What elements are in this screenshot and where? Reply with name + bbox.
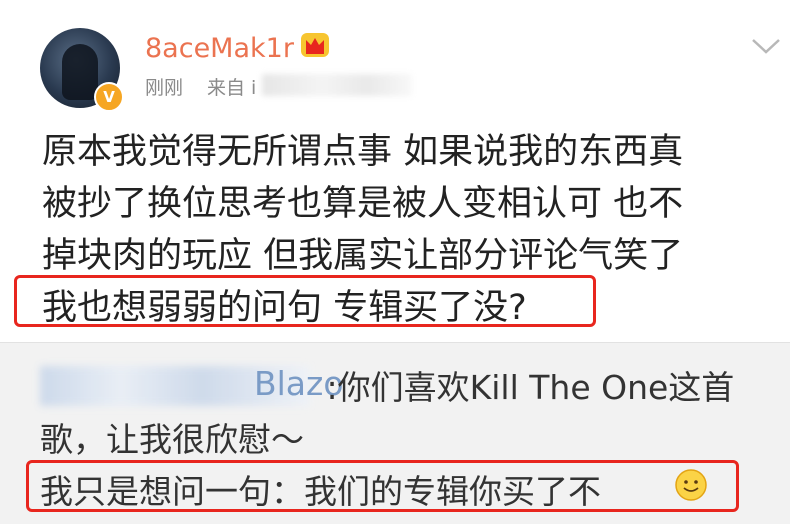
highlight-box — [26, 460, 739, 512]
post-line: 被抄了换位思考也算是被人变相认可 也不 — [42, 184, 684, 224]
repost-line: 歌，让我很欣慰～ — [40, 420, 304, 459]
divider — [0, 342, 790, 343]
verified-badge-icon: V — [94, 82, 124, 112]
post-line: 原本我觉得无所谓点事 如果说我的东西真 — [42, 132, 684, 172]
post-source: 来自 i — [207, 77, 257, 99]
repost-line: :你们喜欢Kill The One这首 — [316, 368, 735, 407]
post-time: 刚刚 — [145, 77, 184, 99]
smile-icon — [675, 469, 707, 501]
username[interactable]: 8aceMak1r — [145, 33, 294, 64]
avatar-figure — [62, 44, 98, 100]
source-blur — [262, 74, 412, 96]
crown-icon[interactable] — [300, 30, 330, 60]
chevron-down-icon[interactable] — [750, 36, 782, 56]
highlight-box — [14, 275, 596, 327]
